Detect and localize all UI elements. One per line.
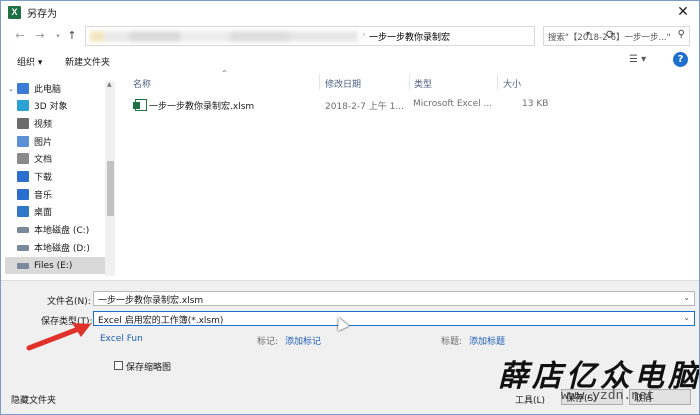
scroll-up-icon[interactable]: ▲	[107, 81, 112, 88]
column-divider[interactable]	[497, 74, 498, 90]
nav-item-3d-objects[interactable]: 3D 对象	[5, 97, 109, 114]
video-icon	[17, 118, 29, 129]
nav-item-label: 音乐	[34, 191, 53, 201]
address-row: ← → ▾ ↑ › 一步一步教你录制宏 ▾ ⟳ 搜索"【2018-2-6】一步一…	[1, 25, 699, 47]
excel-app-icon: X	[8, 5, 21, 19]
tags-label: 标记:	[257, 337, 279, 347]
column-divider[interactable]	[319, 74, 320, 90]
nav-item-downloads[interactable]: 下载	[5, 168, 109, 185]
nav-item-drive-c[interactable]: 本地磁盘 (C:)	[5, 221, 109, 238]
search-placeholder: 搜索"【2018-2-6】一步一步..."	[548, 33, 671, 43]
filename-input[interactable]: 一步一步教你录制宏.xlsm ⌄	[93, 291, 695, 306]
breadcrumb-current-folder[interactable]: 一步一步教你录制宏	[369, 30, 450, 43]
nav-item-documents[interactable]: 文档	[5, 150, 109, 167]
nav-item-label: 此电脑	[34, 85, 62, 95]
nav-item-desktop[interactable]: 桌面	[5, 203, 109, 220]
navigation-pane: ⌄ 此电脑 3D 对象 视频 图片 文档 下载 音乐 桌面 本地磁盘 (C:) …	[5, 76, 113, 276]
file-row[interactable]: 一步一步教你录制宏.xlsm 2018-2-7 上午 1... Microsof…	[130, 97, 560, 113]
collapse-caret-icon[interactable]: ⌄	[5, 85, 17, 93]
nav-item-label: Files (E:)	[34, 260, 73, 271]
forward-icon[interactable]: →	[33, 28, 47, 44]
nav-item-label: 图片	[34, 138, 53, 148]
file-size: 13 KB	[522, 99, 549, 109]
hide-folders-toggle[interactable]: 隐藏文件夹	[11, 393, 56, 406]
nav-item-label: 本地磁盘 (D:)	[34, 244, 90, 254]
filename-value: 一步一步教你录制宏.xlsm	[98, 296, 204, 306]
nav-item-label: 下载	[34, 173, 53, 183]
music-icon	[17, 189, 29, 200]
nav-item-label: 3D 对象	[34, 102, 68, 112]
title-bar: X 另存为 ✕	[1, 1, 699, 23]
nav-item-label: 桌面	[34, 208, 53, 218]
recent-locations-icon[interactable]: ▾	[51, 28, 65, 44]
filename-label: 文件名(N):	[47, 297, 91, 307]
nav-item-drive-d[interactable]: 本地磁盘 (D:)	[5, 239, 109, 256]
breadcrumb-separator: ›	[362, 30, 366, 40]
save-options-panel: 文件名(N): 一步一步教你录制宏.xlsm ⌄ 保存类型(T): Excel …	[1, 280, 699, 414]
column-divider[interactable]	[409, 74, 410, 90]
filetype-select[interactable]: Excel 启用宏的工作簿(*.xlsm) ⌄	[93, 311, 695, 326]
file-type: Microsoft Excel ...	[413, 99, 493, 109]
watermark-url: www.yzdn.net	[561, 388, 655, 403]
up-folder-icon[interactable]: ↑	[65, 28, 79, 44]
sort-ascending-icon: ⌃	[221, 69, 228, 78]
column-header-date[interactable]: 修改日期	[325, 77, 361, 90]
search-input[interactable]: 搜索"【2018-2-6】一步一步..." ⚲	[543, 26, 690, 46]
picture-icon	[17, 136, 29, 147]
column-header-size[interactable]: 大小	[503, 77, 521, 90]
nav-item-label: 本地磁盘 (C:)	[34, 226, 90, 236]
excel-file-icon	[133, 99, 147, 111]
column-header-type[interactable]: 类型	[414, 77, 432, 90]
red-arrow-annotation	[26, 323, 91, 351]
column-header-name[interactable]: 名称	[133, 77, 151, 90]
save-as-dialog: X 另存为 ✕ ← → ▾ ↑ › 一步一步教你录制宏 ▾ ⟳ 搜索"【2018…	[0, 0, 700, 415]
window-title: 另存为	[27, 8, 57, 20]
blurred-path	[90, 31, 358, 42]
add-tags-link[interactable]: 添加标记	[285, 334, 321, 347]
file-date: 2018-2-7 上午 1...	[325, 102, 404, 112]
drive-icon	[17, 226, 29, 233]
close-icon[interactable]: ✕	[675, 4, 691, 20]
filetype-value: Excel 启用宏的工作簿(*.xlsm)	[98, 316, 224, 326]
drive-icon	[17, 244, 29, 251]
nav-item-music[interactable]: 音乐	[5, 186, 109, 203]
organize-button[interactable]: 组织 ▾	[17, 55, 42, 68]
search-icon: ⚲	[677, 29, 685, 40]
filename-dropdown-icon[interactable]: ⌄	[683, 293, 690, 302]
file-name: 一步一步教你录制宏.xlsm	[149, 102, 255, 112]
nav-scroll-thumb[interactable]	[107, 161, 114, 216]
filetype-dropdown-icon[interactable]: ⌄	[683, 313, 690, 322]
nav-item-this-pc[interactable]: ⌄ 此电脑	[5, 80, 109, 97]
nav-item-label: 文档	[34, 155, 53, 165]
document-icon	[17, 153, 29, 164]
cube-icon	[17, 100, 29, 111]
author-link[interactable]: Excel Fun	[100, 334, 143, 344]
save-thumbnail-label: 保存缩略图	[126, 363, 172, 373]
drive-icon	[17, 262, 29, 269]
pc-icon	[17, 83, 29, 94]
nav-item-label: 视频	[34, 120, 53, 130]
add-title-link[interactable]: 添加标题	[469, 334, 505, 347]
nav-item-videos[interactable]: 视频	[5, 115, 109, 132]
toolbar: 组织 ▾ 新建文件夹 ☰ ▾ ?	[1, 50, 699, 72]
back-icon[interactable]: ←	[13, 28, 27, 44]
download-icon	[17, 171, 29, 182]
address-bar[interactable]: › 一步一步教你录制宏 ▾ ⟳	[85, 26, 615, 46]
desktop-icon	[17, 206, 29, 217]
nav-item-drive-e[interactable]: Files (E:)	[5, 257, 109, 274]
save-thumbnail-checkbox[interactable]	[114, 361, 123, 370]
help-icon[interactable]: ?	[673, 52, 688, 67]
new-folder-button[interactable]: 新建文件夹	[65, 55, 110, 68]
view-options-icon[interactable]: ☰ ▾	[629, 54, 646, 65]
nav-item-pictures[interactable]: 图片	[5, 133, 109, 150]
title-label: 标题:	[441, 337, 463, 347]
